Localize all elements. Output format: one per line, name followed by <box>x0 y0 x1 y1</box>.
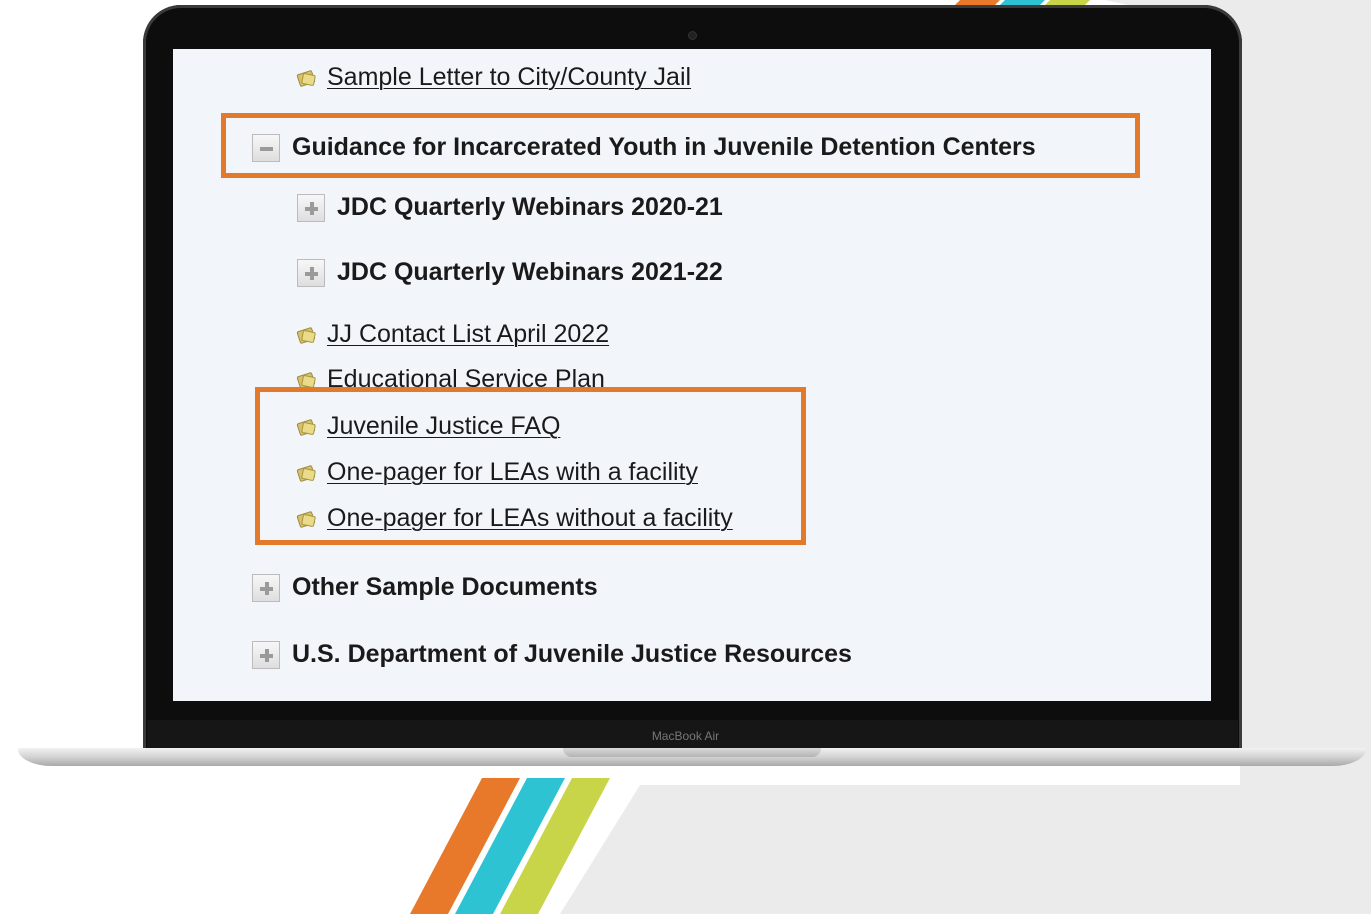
jail-letter-link[interactable]: Sample Letter to City/County Jail <box>327 63 691 92</box>
model-label: MacBook Air <box>651 729 720 743</box>
document-icon <box>297 373 315 387</box>
document-icon <box>297 328 315 342</box>
webinars-2021-heading[interactable]: JDC Quarterly Webinars 2021-22 <box>337 258 723 287</box>
laptop-notch <box>563 748 821 757</box>
expand-icon[interactable] <box>252 573 280 602</box>
highlight-box-resources <box>255 387 806 545</box>
expand-icon[interactable] <box>297 258 325 287</box>
highlight-box-guidance <box>221 113 1140 178</box>
contact-list-link[interactable]: JJ Contact List April 2022 <box>327 320 609 349</box>
other-docs-heading[interactable]: Other Sample Documents <box>292 573 598 602</box>
us-dept-heading[interactable]: U.S. Department of Juvenile Justice Reso… <box>292 640 852 669</box>
tree-section-other-docs[interactable]: Other Sample Documents <box>252 573 598 602</box>
camera-icon <box>689 32 696 39</box>
expand-icon[interactable] <box>252 640 280 669</box>
expand-icon[interactable] <box>297 193 325 222</box>
webinars-2020-heading[interactable]: JDC Quarterly Webinars 2020-21 <box>337 193 723 222</box>
tree-folder-webinars-2020[interactable]: JDC Quarterly Webinars 2020-21 <box>297 193 723 222</box>
document-icon <box>297 71 315 85</box>
tree-folder-webinars-2021[interactable]: JDC Quarterly Webinars 2021-22 <box>297 258 723 287</box>
tree-section-us-dept[interactable]: U.S. Department of Juvenile Justice Reso… <box>252 640 852 669</box>
tree-item-jail-letter[interactable]: Sample Letter to City/County Jail <box>297 63 691 92</box>
tree-item-contact-list[interactable]: JJ Contact List April 2022 <box>297 320 609 349</box>
